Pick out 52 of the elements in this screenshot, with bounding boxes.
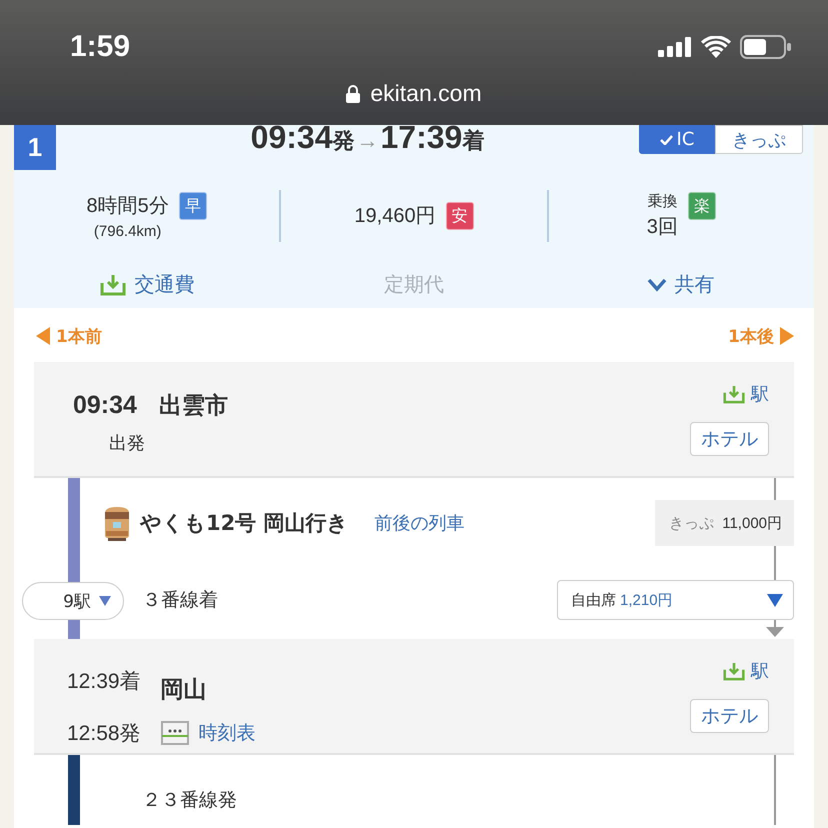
fare-amount: 11,000円	[722, 514, 782, 532]
hotel-button[interactable]: ホテル	[690, 422, 769, 456]
stops-dropdown[interactable]: 9駅	[22, 582, 124, 620]
previous-train-link[interactable]: 1本前	[36, 324, 102, 348]
station-name: 出雲市	[158, 392, 228, 421]
fare-label: きっぷ	[669, 514, 714, 532]
right-triangle-icon	[780, 327, 794, 345]
dropdown-triangle-icon	[767, 594, 783, 606]
stat-value: 3回	[646, 215, 678, 240]
route-times: 09:34発→17:39着	[250, 125, 486, 156]
stat-label: 乗換	[647, 192, 678, 211]
platform-text: ２３番線発	[142, 788, 237, 813]
departure-time: 09:34	[73, 391, 137, 420]
hotel-button[interactable]: ホテル	[690, 699, 769, 733]
left-triangle-icon	[36, 327, 50, 345]
rating-badge: 早	[178, 192, 207, 220]
platform-text: ３番線着	[142, 588, 218, 613]
battery-icon	[740, 35, 792, 59]
departure-time: 12:58発	[67, 721, 141, 747]
timetable-icon	[160, 721, 189, 745]
action-button[interactable]: 交通費	[96, 269, 198, 300]
status-time: 1:59	[70, 30, 130, 64]
fare-type-tab[interactable]: きっぷ	[715, 125, 803, 154]
station-info-link[interactable]: 駅	[723, 382, 769, 406]
chevron-down-icon	[646, 278, 667, 292]
timetable-link[interactable]: 時刻表	[160, 720, 256, 746]
stat-value: 8時間5分	[86, 194, 169, 219]
station-name: 岡山	[160, 676, 208, 705]
train-icon	[102, 505, 132, 541]
nearby-trains-link[interactable]: 前後の列車	[374, 511, 465, 535]
dropdown-triangle-icon	[99, 596, 111, 606]
lock-icon	[346, 84, 360, 102]
fare-type-tab[interactable]: IC	[639, 125, 715, 154]
check-icon	[660, 134, 673, 144]
signal-icon	[658, 37, 692, 57]
rating-badge: 安	[446, 202, 474, 230]
station-info-link[interactable]: 駅	[723, 659, 769, 683]
train-name: やくも12号 岡山行き	[140, 510, 349, 537]
download-icon	[723, 384, 745, 404]
url-text[interactable]: ekitan.com	[370, 80, 482, 107]
next-train-link[interactable]: 1本後	[728, 324, 794, 348]
download-icon	[100, 274, 126, 296]
wifi-icon	[701, 36, 731, 58]
seat-select[interactable]: 自由席 1,210円	[557, 580, 794, 620]
stat-value: 19,460円	[354, 204, 436, 229]
departure-label: 出発	[109, 432, 145, 455]
rating-badge: 楽	[688, 192, 716, 220]
route-number: 1	[14, 125, 56, 170]
stat-subtext: (796.4km)	[94, 223, 162, 240]
action-button[interactable]: 共有	[642, 269, 719, 300]
arrival-time: 12:39着	[67, 668, 141, 694]
download-icon	[723, 662, 745, 680]
